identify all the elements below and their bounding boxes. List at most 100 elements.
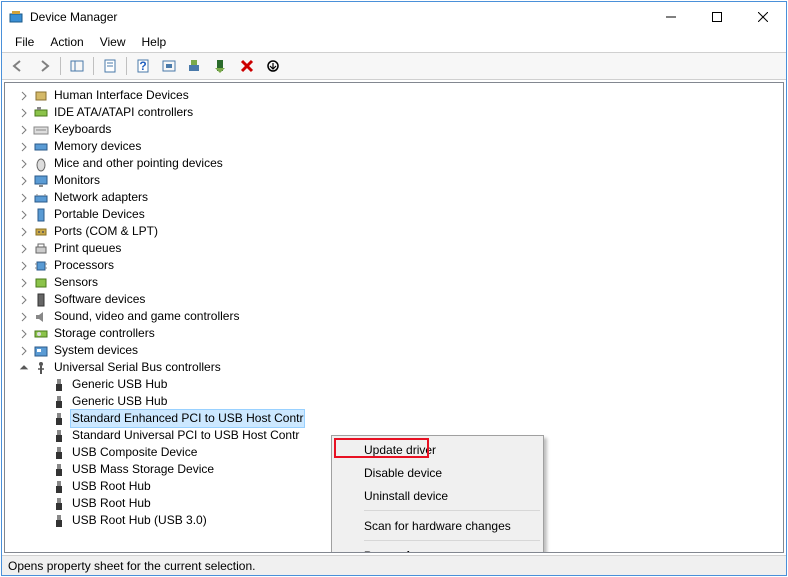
context-menu-item[interactable]: Disable device bbox=[334, 461, 541, 484]
window-title: Device Manager bbox=[30, 10, 648, 24]
tree-category-label: Sensors bbox=[52, 274, 100, 291]
tree-category[interactable]: Portable Devices bbox=[9, 206, 783, 223]
tree-device-label: USB Mass Storage Device bbox=[70, 461, 216, 478]
help-button[interactable]: ? bbox=[131, 54, 155, 78]
tree-category-label: Human Interface Devices bbox=[52, 87, 191, 104]
menu-file[interactable]: File bbox=[8, 33, 41, 51]
software-icon bbox=[33, 292, 49, 308]
tree-category[interactable]: Monitors bbox=[9, 172, 783, 189]
usb-device-icon bbox=[51, 445, 67, 461]
chevron-right-icon[interactable] bbox=[17, 191, 31, 205]
action-button[interactable] bbox=[157, 54, 181, 78]
tree-category[interactable]: Storage controllers bbox=[9, 325, 783, 342]
uninstall-button[interactable] bbox=[235, 54, 259, 78]
tree-device-label: Standard Enhanced PCI to USB Host Contr bbox=[70, 409, 305, 428]
context-menu-separator bbox=[364, 540, 540, 541]
sensor-icon bbox=[33, 275, 49, 291]
storage-icon bbox=[33, 326, 49, 342]
chevron-right-icon[interactable] bbox=[17, 174, 31, 188]
context-menu-item[interactable]: Scan for hardware changes bbox=[334, 514, 541, 537]
toolbar-separator bbox=[60, 57, 61, 75]
chevron-right-icon[interactable] bbox=[17, 89, 31, 103]
chevron-right-icon[interactable] bbox=[17, 344, 31, 358]
tree-category-label: Ports (COM & LPT) bbox=[52, 223, 160, 240]
forward-button[interactable] bbox=[32, 54, 56, 78]
status-text: Opens property sheet for the current sel… bbox=[8, 559, 255, 573]
tree-category[interactable]: Ports (COM & LPT) bbox=[9, 223, 783, 240]
tree-category[interactable]: Sensors bbox=[9, 274, 783, 291]
back-button[interactable] bbox=[6, 54, 30, 78]
chevron-right-icon[interactable] bbox=[17, 140, 31, 154]
tree-device[interactable]: Generic USB Hub bbox=[9, 393, 783, 410]
usb-device-icon bbox=[51, 479, 67, 495]
chevron-right-icon[interactable] bbox=[17, 208, 31, 222]
menu-view[interactable]: View bbox=[93, 33, 133, 51]
chevron-right-icon[interactable] bbox=[17, 293, 31, 307]
tree-category-label: Portable Devices bbox=[52, 206, 147, 223]
tree-device-label: Standard Universal PCI to USB Host Contr bbox=[70, 427, 301, 444]
tree-category[interactable]: Memory devices bbox=[9, 138, 783, 155]
context-menu-item[interactable]: Update driver bbox=[334, 438, 541, 461]
disable-button[interactable] bbox=[261, 54, 285, 78]
tree-category-label: Memory devices bbox=[52, 138, 143, 155]
chevron-right-icon[interactable] bbox=[17, 310, 31, 324]
context-menu-item[interactable]: Uninstall device bbox=[334, 484, 541, 507]
tree-category[interactable]: IDE ATA/ATAPI controllers bbox=[9, 104, 783, 121]
menu-help[interactable]: Help bbox=[135, 33, 174, 51]
tree-category-label: Sound, video and game controllers bbox=[52, 308, 241, 325]
tree-category-label: Universal Serial Bus controllers bbox=[52, 359, 223, 376]
tree-category[interactable]: Universal Serial Bus controllers bbox=[9, 359, 783, 376]
network-icon bbox=[33, 190, 49, 206]
tree-category[interactable]: Human Interface Devices bbox=[9, 87, 783, 104]
show-hide-console-tree-button[interactable] bbox=[65, 54, 89, 78]
chevron-right-icon[interactable] bbox=[17, 276, 31, 290]
tree-category[interactable]: System devices bbox=[9, 342, 783, 359]
titlebar[interactable]: Device Manager bbox=[2, 2, 786, 32]
minimize-button[interactable] bbox=[648, 2, 694, 32]
toolbar-separator bbox=[126, 57, 127, 75]
tree-category[interactable]: Network adapters bbox=[9, 189, 783, 206]
system-icon bbox=[33, 343, 49, 359]
tree-category[interactable]: Software devices bbox=[9, 291, 783, 308]
menu-action[interactable]: Action bbox=[43, 33, 90, 51]
tree-category-label: Monitors bbox=[52, 172, 102, 189]
chevron-down-icon[interactable] bbox=[17, 361, 31, 375]
tree-category[interactable]: Print queues bbox=[9, 240, 783, 257]
tree-category[interactable]: Processors bbox=[9, 257, 783, 274]
scan-hardware-button[interactable] bbox=[183, 54, 207, 78]
usb-device-icon bbox=[51, 462, 67, 478]
menubar: File Action View Help bbox=[2, 32, 786, 52]
context-menu-item[interactable]: Properties bbox=[334, 544, 541, 553]
properties-button[interactable] bbox=[98, 54, 122, 78]
chevron-right-icon[interactable] bbox=[17, 157, 31, 171]
cpu-icon bbox=[33, 258, 49, 274]
tree-category-label: System devices bbox=[52, 342, 140, 359]
tree-device-label: Generic USB Hub bbox=[70, 376, 169, 393]
tree-device[interactable]: Standard Enhanced PCI to USB Host Contr bbox=[9, 410, 783, 427]
toolbar-separator bbox=[93, 57, 94, 75]
chevron-right-icon[interactable] bbox=[17, 259, 31, 273]
tree-device[interactable]: Generic USB Hub bbox=[9, 376, 783, 393]
svg-text:?: ? bbox=[139, 59, 146, 73]
tree-category[interactable]: Mice and other pointing devices bbox=[9, 155, 783, 172]
tree-category-label: Processors bbox=[52, 257, 116, 274]
chevron-right-icon[interactable] bbox=[17, 123, 31, 137]
tree-category-label: Software devices bbox=[52, 291, 147, 308]
maximize-button[interactable] bbox=[694, 2, 740, 32]
chevron-right-icon[interactable] bbox=[17, 106, 31, 120]
toolbar: ? bbox=[2, 52, 786, 80]
memory-icon bbox=[33, 139, 49, 155]
tree-device-label: Generic USB Hub bbox=[70, 393, 169, 410]
tree-category[interactable]: Keyboards bbox=[9, 121, 783, 138]
chevron-right-icon[interactable] bbox=[17, 242, 31, 256]
tree-category-label: Print queues bbox=[52, 240, 123, 257]
tree-device-label: USB Root Hub (USB 3.0) bbox=[70, 512, 209, 529]
update-driver-button[interactable] bbox=[209, 54, 233, 78]
tree-category[interactable]: Sound, video and game controllers bbox=[9, 308, 783, 325]
usb-device-icon bbox=[51, 428, 67, 444]
chevron-right-icon[interactable] bbox=[17, 225, 31, 239]
portable-icon bbox=[33, 207, 49, 223]
close-button[interactable] bbox=[740, 2, 786, 32]
chevron-right-icon[interactable] bbox=[17, 327, 31, 341]
sound-icon bbox=[33, 309, 49, 325]
